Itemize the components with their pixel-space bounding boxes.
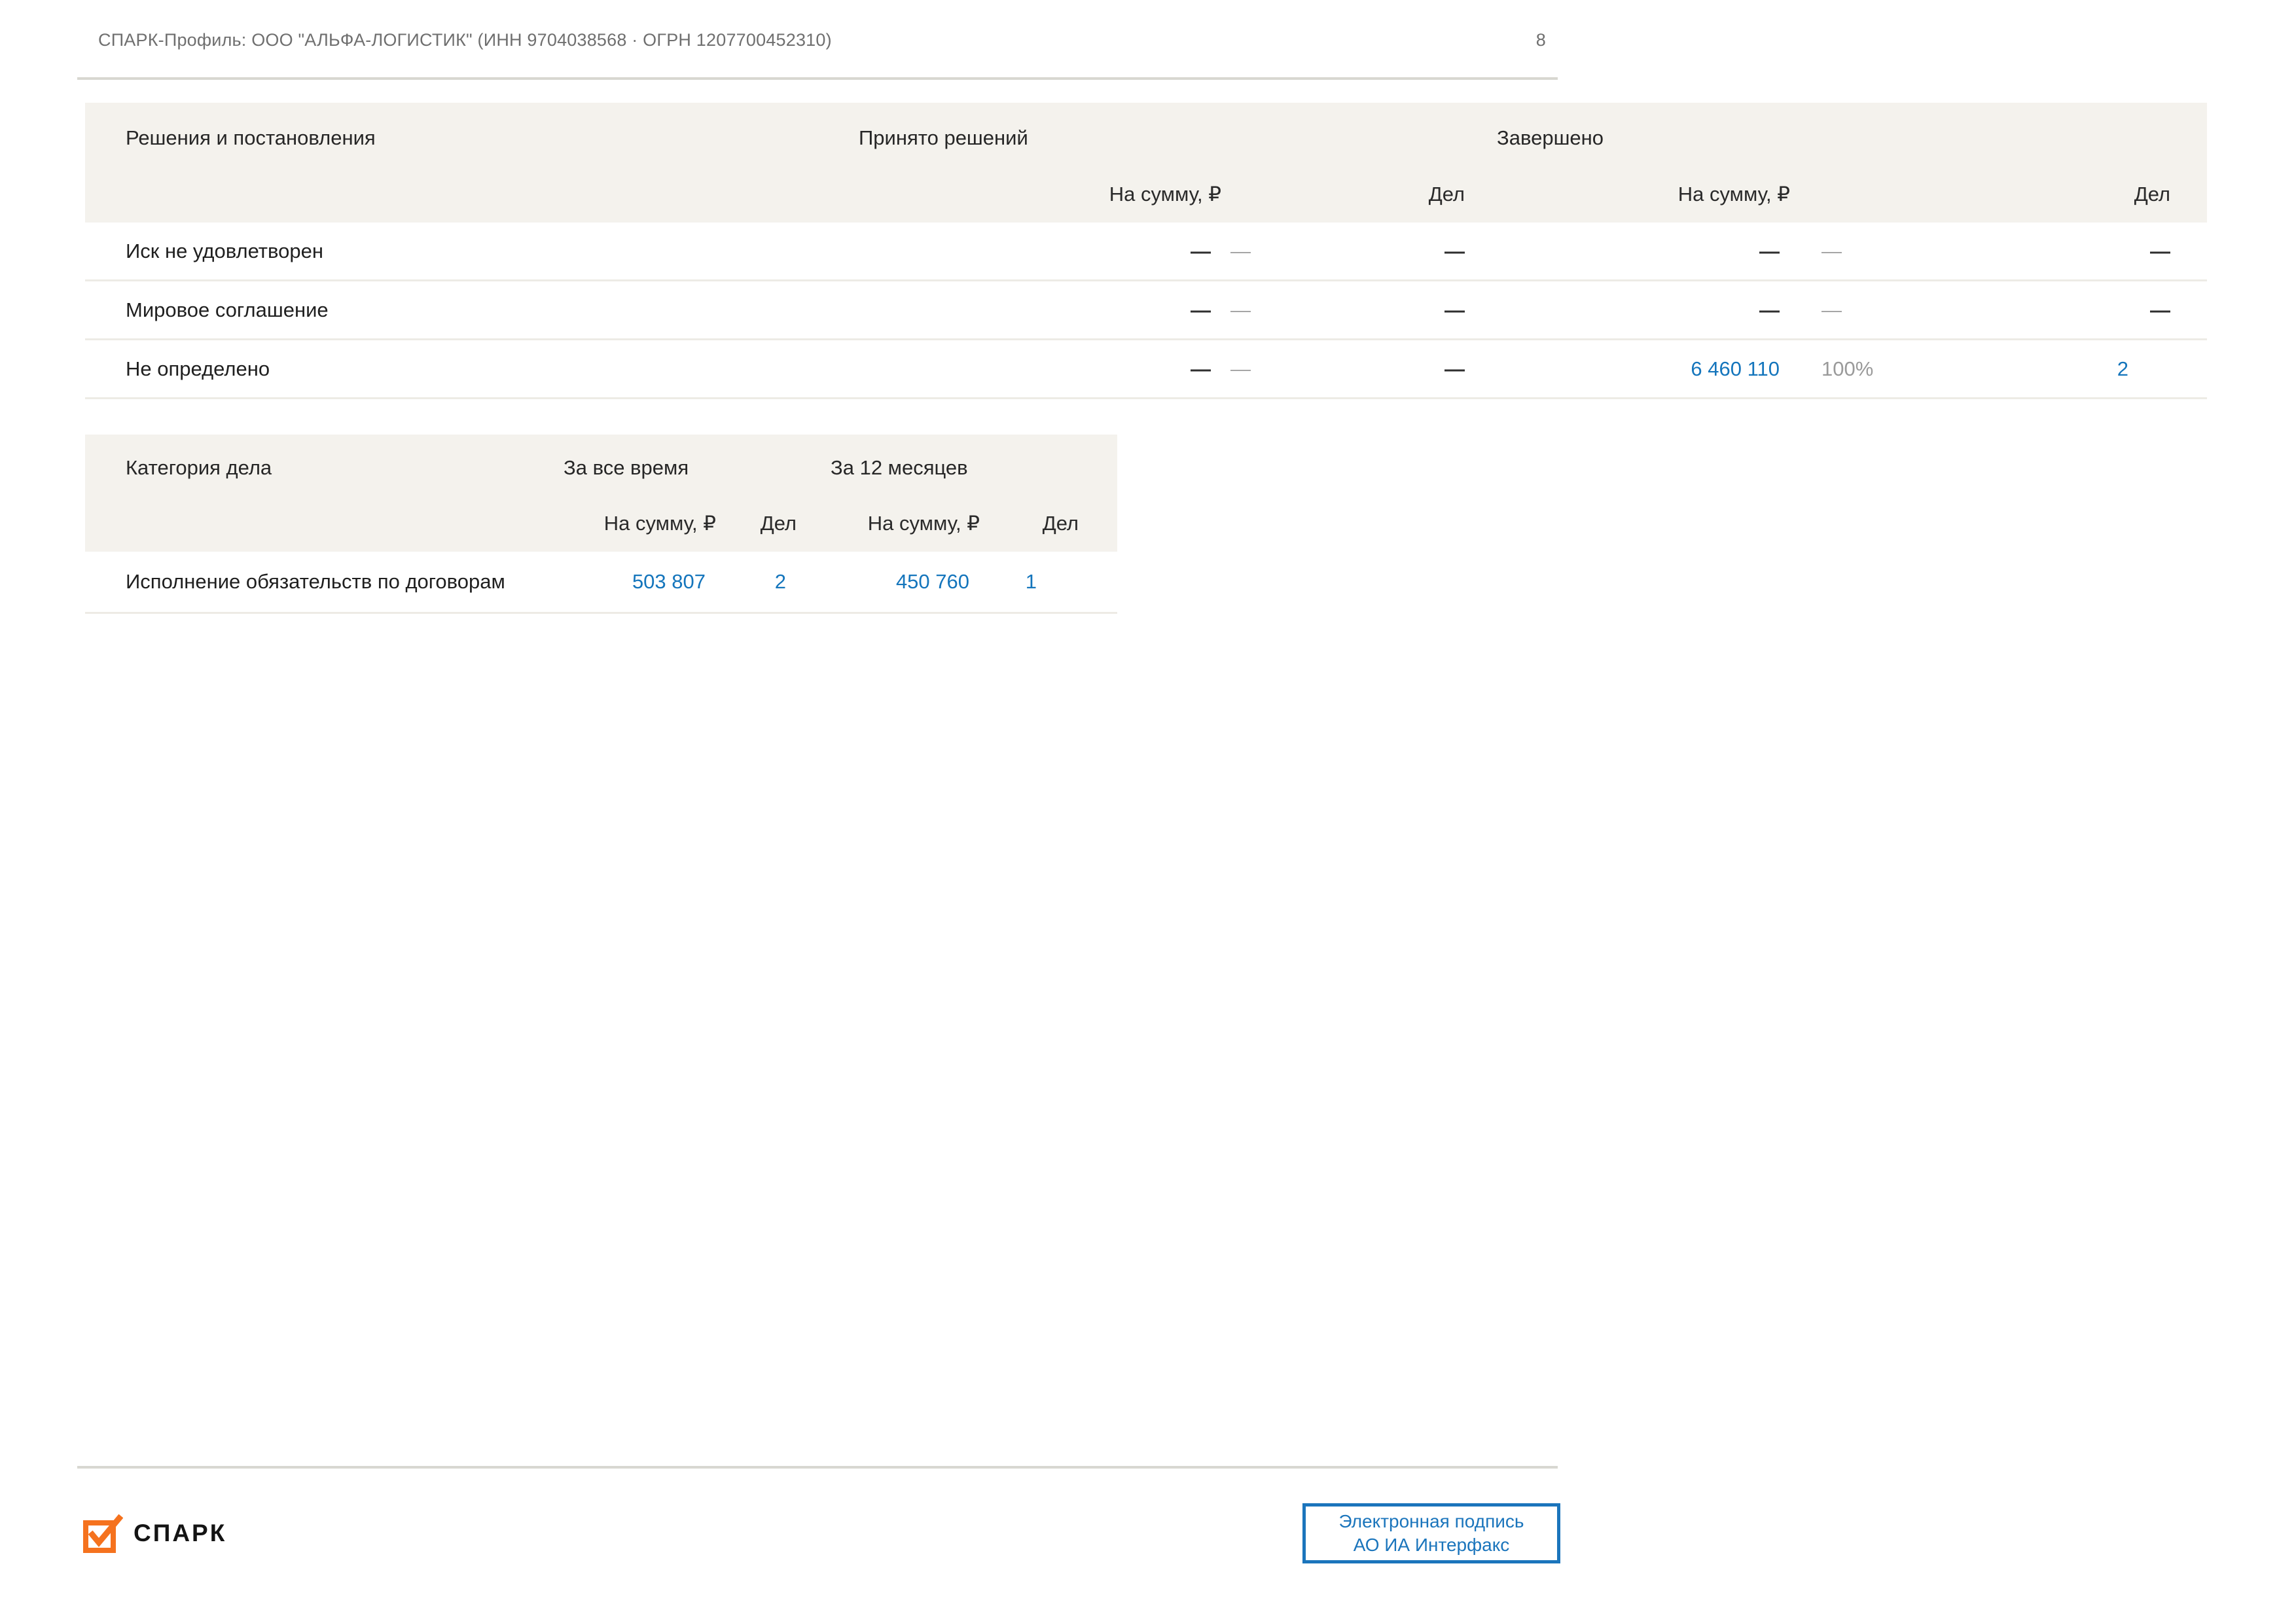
cell-all-time-cases-link[interactable]: 2 [775, 570, 786, 594]
cell-finished-pct: 100% [1821, 357, 1874, 380]
decisions-table-header: Решения и постановления Принято решений … [85, 103, 2207, 223]
cell-accepted-cases: — [1444, 239, 1465, 262]
table-row: Иск не удовлетворен — — — — — — [85, 223, 2207, 281]
categories-table-header: Категория дела За все время За 12 месяце… [85, 435, 1117, 552]
page-title: СПАРК-Профиль: ООО "АЛЬФА-ЛОГИСТИК" (ИНН… [98, 30, 832, 50]
cell-finished-cases: — [2150, 298, 2170, 321]
cell-accepted-sum: — [1191, 357, 1211, 380]
cell-accepted-cases: — [1444, 357, 1465, 380]
column-header-sum-all-time: На сумму, ₽ [603, 512, 716, 535]
cell-accepted-sum: — [1191, 239, 1211, 262]
cell-accepted-cases: — [1444, 298, 1465, 321]
stamp-line-2: АО ИА Интерфакс [1353, 1535, 1510, 1555]
group-header-finished: Завершено [1497, 126, 1604, 149]
group-header-accepted: Принято решений [859, 126, 1028, 149]
header-divider [77, 77, 1558, 80]
categories-table: Категория дела За все время За 12 месяце… [85, 435, 1117, 614]
row-label: Мировое соглашение [126, 298, 329, 321]
signature-stamp[interactable]: Электронная подпись АО ИА Интерфакс [1302, 1503, 1560, 1563]
cell-accepted-pct: — [1230, 239, 1251, 262]
group-header-all-time: За все время [564, 456, 689, 479]
column-header-sum-12-months: На сумму, ₽ [867, 512, 980, 535]
row-label: Не определено [126, 357, 270, 380]
row-label: Исполнение обязательств по договорам [126, 570, 505, 593]
cell-finished-pct: — [1821, 298, 1842, 321]
column-header-cases-accepted: Дел [1428, 183, 1465, 205]
checkbox-check-icon [82, 1513, 124, 1554]
cell-accepted-pct: — [1230, 298, 1251, 321]
decisions-table: Решения и постановления Принято решений … [85, 103, 2207, 399]
column-header-cases-finished: Дел [2134, 183, 2170, 205]
column-header-sum-accepted: На сумму, ₽ [1109, 183, 1221, 205]
cell-12-months-cases-link[interactable]: 1 [1026, 570, 1037, 594]
page-header: СПАРК-Профиль: ООО "АЛЬФА-ЛОГИСТИК" (ИНН… [98, 30, 1546, 50]
stamp-line-1: Электронная подпись [1338, 1511, 1524, 1532]
cell-12-months-sum-link[interactable]: 450 760 [896, 570, 969, 594]
decisions-table-title: Решения и постановления [126, 126, 376, 149]
column-header-sum-finished: На сумму, ₽ [1677, 183, 1790, 205]
footer-divider [77, 1466, 1558, 1469]
row-label: Иск не удовлетворен [126, 239, 323, 262]
column-header-cases-all-time: Дел [760, 512, 797, 535]
column-header-cases-12-months: Дел [1042, 512, 1079, 535]
cell-all-time-sum-link[interactable]: 503 807 [632, 570, 706, 594]
spark-logo-text: СПАРК [134, 1520, 227, 1546]
cell-finished-cases: — [2150, 239, 2170, 262]
table-row: Не определено — — — 6 460 110 100% 2 [85, 340, 2207, 399]
cell-finished-sum-link[interactable]: 6 460 110 [1691, 357, 1780, 381]
page-number: 8 [1535, 30, 1546, 50]
spark-logo: СПАРК [82, 1513, 226, 1554]
cell-finished-sum: — [1759, 298, 1780, 321]
cell-finished-pct: — [1821, 239, 1842, 262]
cell-finished-cases-link[interactable]: 2 [2117, 357, 2128, 381]
cell-finished-sum: — [1759, 239, 1780, 262]
cell-accepted-sum: — [1191, 298, 1211, 321]
cell-accepted-pct: — [1230, 357, 1251, 380]
table-row: Мировое соглашение — — — — — — [85, 281, 2207, 340]
group-header-12-months: За 12 месяцев [831, 456, 968, 479]
categories-table-title: Категория дела [126, 456, 272, 479]
table-row: Исполнение обязательств по договорам 503… [85, 552, 1117, 614]
